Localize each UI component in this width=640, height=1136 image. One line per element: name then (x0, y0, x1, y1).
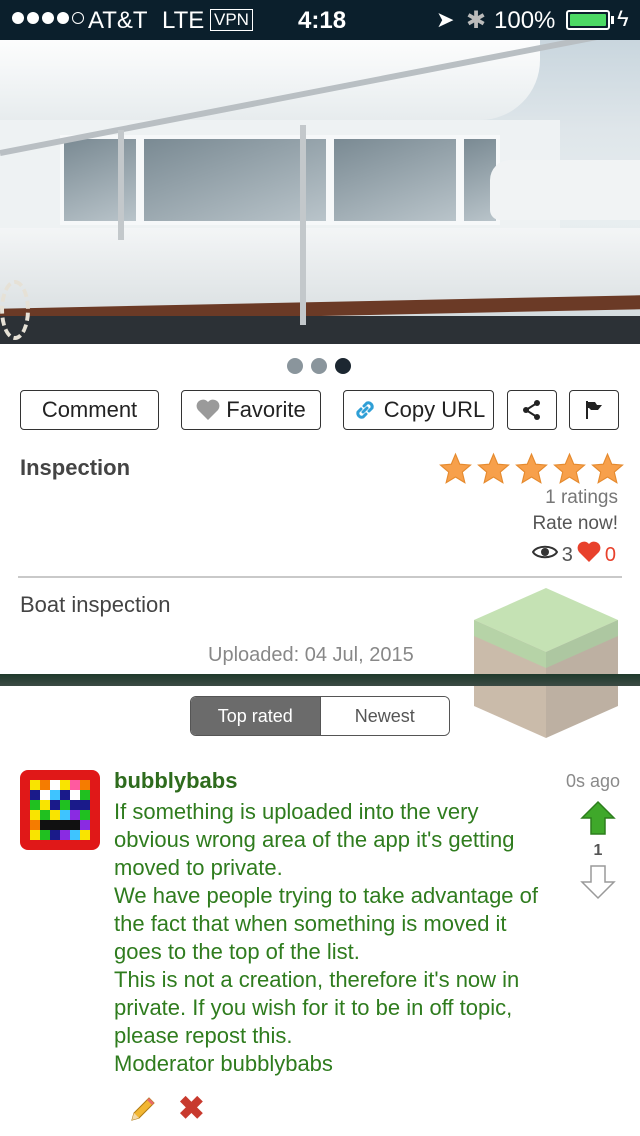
star-icon[interactable] (552, 452, 587, 486)
upvote-button[interactable] (580, 800, 616, 841)
pager-dot[interactable] (287, 358, 303, 374)
edit-comment-button[interactable] (128, 1094, 158, 1129)
rating-stars[interactable] (438, 452, 625, 486)
divider (18, 576, 622, 578)
star-icon[interactable] (476, 452, 511, 486)
arrow-up-icon (580, 800, 616, 835)
eye-icon (531, 543, 558, 567)
flag-icon (583, 399, 605, 421)
item-stats: 3 0 (531, 541, 616, 569)
copy-url-button-label: Copy URL (383, 397, 486, 422)
bluetooth-icon: ✱ (466, 7, 487, 34)
carrier-label: AT&T (88, 7, 148, 34)
ratings-count: 1 ratings (545, 487, 618, 508)
report-button[interactable] (569, 390, 619, 430)
sort-top-rated-tab[interactable]: Top rated (191, 697, 320, 735)
creation-description: Boat inspection (20, 592, 171, 617)
upload-date: Uploaded: 04 Jul, 2015 (208, 644, 414, 666)
comment-author[interactable]: bubblybabs (114, 768, 237, 794)
arrow-down-icon (580, 865, 616, 900)
vpn-badge: VPN (210, 9, 253, 31)
share-button[interactable] (507, 390, 557, 430)
battery-icon (566, 10, 610, 30)
favorite-button[interactable]: Favorite (181, 390, 321, 430)
rate-now-link[interactable]: Rate now! (532, 513, 618, 535)
comment-button[interactable]: Comment (20, 390, 159, 430)
creation-title: Inspection (20, 455, 131, 480)
link-icon (352, 397, 378, 423)
star-icon[interactable] (514, 452, 549, 486)
comment-body: If something is uploaded into the very o… (114, 799, 538, 1076)
sort-newest-tab[interactable]: Newest (319, 697, 449, 735)
likes-count: 0 (604, 543, 616, 566)
share-icon (521, 399, 543, 421)
pager-dot-active[interactable] (335, 358, 351, 374)
star-icon[interactable] (438, 452, 473, 486)
comment-sort-control[interactable]: Top rated Newest (190, 696, 450, 736)
favorite-button-label: Favorite (226, 397, 306, 422)
close-icon: ✖ (178, 1090, 205, 1126)
image-pager[interactable] (287, 358, 351, 374)
status-bar: AT&T LTE VPN 4:18 ➤ ✱ 100% ϟ (0, 0, 640, 40)
battery-percent: 100% (494, 7, 556, 34)
clock: 4:18 (298, 7, 347, 34)
creation-photo[interactable] (0, 40, 640, 344)
comment-timestamp: 0s ago (565, 771, 620, 791)
heart-icon (577, 541, 601, 569)
grass-block-image (474, 588, 618, 738)
delete-comment-button[interactable]: ✖ (178, 1092, 205, 1124)
pager-dot[interactable] (311, 358, 327, 374)
views-count: 3 (561, 543, 573, 566)
network-type-label: LTE (162, 7, 205, 34)
section-separator (0, 674, 640, 686)
vote-count: 1 (593, 842, 603, 859)
charging-bolt-icon: ϟ (617, 6, 629, 31)
comment-button-label: Comment (41, 397, 138, 422)
signal-strength-icon (12, 12, 84, 24)
pencil-icon (131, 1097, 155, 1121)
downvote-button[interactable] (580, 864, 616, 905)
location-arrow-icon: ➤ (436, 7, 455, 32)
avatar[interactable] (20, 770, 100, 850)
heart-icon (196, 399, 220, 421)
copy-url-button[interactable]: Copy URL (343, 390, 494, 430)
star-icon[interactable] (590, 452, 625, 486)
